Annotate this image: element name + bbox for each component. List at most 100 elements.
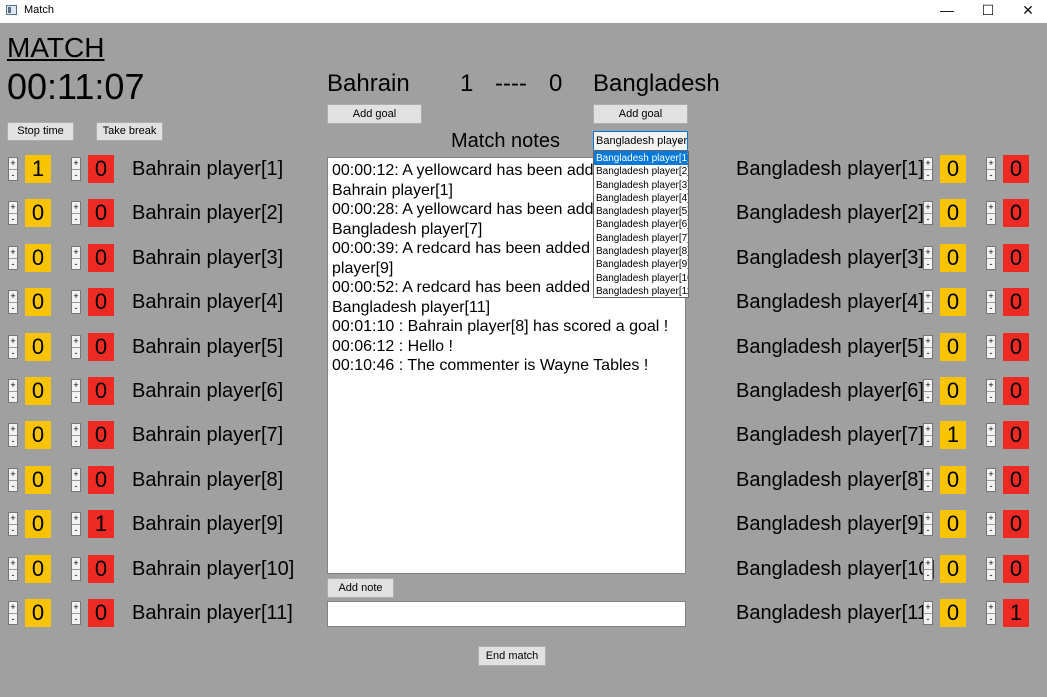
decrement-button[interactable]: - [924, 170, 932, 181]
increment-button[interactable]: + [9, 513, 17, 526]
goal-scorer-select[interactable]: Bangladesh player[1] ⌄ [593, 131, 688, 151]
increment-button[interactable]: + [72, 336, 80, 348]
dropdown-option[interactable]: Bangladesh player[1] [594, 152, 688, 166]
increment-button[interactable]: + [987, 424, 995, 437]
increment-button[interactable]: + [924, 202, 932, 215]
increment-button[interactable]: + [987, 158, 995, 170]
decrement-button[interactable]: - [72, 348, 80, 359]
dropdown-option[interactable]: Bangladesh player[5] [594, 205, 688, 218]
decrement-button[interactable]: - [987, 570, 995, 581]
home-red-spinner[interactable]: + - [71, 423, 81, 448]
away-red-spinner[interactable]: + - [986, 157, 996, 181]
away-red-spinner[interactable]: + - [986, 556, 996, 581]
increment-button[interactable]: + [987, 202, 995, 215]
home-red-spinner[interactable]: + - [71, 290, 81, 315]
increment-button[interactable]: + [924, 247, 932, 259]
decrement-button[interactable]: - [9, 392, 17, 403]
home-red-spinner[interactable]: + - [71, 601, 81, 625]
increment-button[interactable]: + [9, 602, 17, 614]
away-yellow-spinner[interactable]: + - [923, 467, 933, 492]
home-red-spinner[interactable]: + - [71, 556, 81, 581]
home-red-spinner[interactable]: + - [71, 467, 81, 492]
home-yellow-spinner[interactable]: + - [8, 556, 18, 581]
away-yellow-spinner[interactable]: + - [923, 201, 933, 226]
home-red-spinner[interactable]: + - [71, 512, 81, 537]
decrement-button[interactable]: - [924, 614, 932, 625]
increment-button[interactable]: + [987, 336, 995, 348]
home-red-spinner[interactable]: + - [71, 157, 81, 181]
take-break-button[interactable]: Take break [96, 122, 163, 141]
stop-time-button[interactable]: Stop time [7, 122, 74, 141]
home-yellow-spinner[interactable]: + - [8, 467, 18, 492]
dropdown-option[interactable]: Bangladesh player[7] [594, 232, 688, 245]
away-yellow-spinner[interactable]: + - [923, 245, 933, 270]
away-yellow-spinner[interactable]: + - [923, 334, 933, 359]
increment-button[interactable]: + [72, 380, 80, 392]
dropdown-option[interactable]: Bangladesh player[6] [594, 218, 688, 231]
away-red-spinner[interactable]: + - [986, 379, 996, 403]
away-red-spinner[interactable]: + - [986, 423, 996, 448]
decrement-button[interactable]: - [9, 303, 17, 314]
decrement-button[interactable]: - [924, 348, 932, 359]
increment-button[interactable]: + [72, 602, 80, 614]
away-red-spinner[interactable]: + - [986, 334, 996, 359]
decrement-button[interactable]: - [987, 303, 995, 314]
decrement-button[interactable]: - [924, 259, 932, 270]
away-red-spinner[interactable]: + - [986, 467, 996, 492]
decrement-button[interactable]: - [72, 259, 80, 270]
decrement-button[interactable]: - [9, 259, 17, 270]
decrement-button[interactable]: - [924, 436, 932, 447]
decrement-button[interactable]: - [924, 481, 932, 492]
away-red-spinner[interactable]: + - [986, 201, 996, 226]
dropdown-option[interactable]: Bangladesh player[3] [594, 179, 688, 192]
decrement-button[interactable]: - [9, 570, 17, 581]
add-goal-home-button[interactable]: Add goal [327, 104, 422, 124]
home-red-spinner[interactable]: + - [71, 245, 81, 270]
decrement-button[interactable]: - [987, 525, 995, 536]
decrement-button[interactable]: - [72, 392, 80, 403]
home-yellow-spinner[interactable]: + - [8, 201, 18, 226]
increment-button[interactable]: + [9, 424, 17, 437]
increment-button[interactable]: + [924, 336, 932, 348]
increment-button[interactable]: + [9, 202, 17, 215]
decrement-button[interactable]: - [9, 214, 17, 225]
decrement-button[interactable]: - [924, 392, 932, 403]
away-yellow-spinner[interactable]: + - [923, 423, 933, 448]
increment-button[interactable]: + [987, 247, 995, 259]
increment-button[interactable]: + [9, 380, 17, 392]
away-yellow-spinner[interactable]: + - [923, 157, 933, 181]
increment-button[interactable]: + [72, 247, 80, 259]
home-red-spinner[interactable]: + - [71, 379, 81, 403]
home-yellow-spinner[interactable]: + - [8, 423, 18, 448]
increment-button[interactable]: + [72, 424, 80, 437]
decrement-button[interactable]: - [72, 214, 80, 225]
decrement-button[interactable]: - [9, 525, 17, 536]
away-yellow-spinner[interactable]: + - [923, 512, 933, 537]
close-button[interactable]: ✕ [1008, 0, 1047, 23]
increment-button[interactable]: + [9, 158, 17, 170]
increment-button[interactable]: + [924, 558, 932, 570]
increment-button[interactable]: + [72, 291, 80, 304]
decrement-button[interactable]: - [9, 436, 17, 447]
increment-button[interactable]: + [924, 158, 932, 170]
home-yellow-spinner[interactable]: + - [8, 379, 18, 403]
decrement-button[interactable]: - [9, 614, 17, 625]
note-input[interactable] [327, 601, 686, 627]
decrement-button[interactable]: - [9, 348, 17, 359]
away-yellow-spinner[interactable]: + - [923, 379, 933, 403]
decrement-button[interactable]: - [987, 170, 995, 181]
home-yellow-spinner[interactable]: + - [8, 334, 18, 359]
dropdown-option[interactable]: Bangladesh player[4] [594, 192, 688, 205]
decrement-button[interactable]: - [9, 170, 17, 181]
increment-button[interactable]: + [9, 336, 17, 348]
minimize-button[interactable]: — [927, 0, 967, 23]
decrement-button[interactable]: - [987, 614, 995, 625]
dropdown-option[interactable]: Bangladesh player[10] [594, 272, 688, 285]
increment-button[interactable]: + [72, 469, 80, 481]
increment-button[interactable]: + [924, 424, 932, 437]
decrement-button[interactable]: - [72, 481, 80, 492]
decrement-button[interactable]: - [987, 481, 995, 492]
decrement-button[interactable]: - [987, 348, 995, 359]
increment-button[interactable]: + [924, 380, 932, 392]
decrement-button[interactable]: - [924, 303, 932, 314]
